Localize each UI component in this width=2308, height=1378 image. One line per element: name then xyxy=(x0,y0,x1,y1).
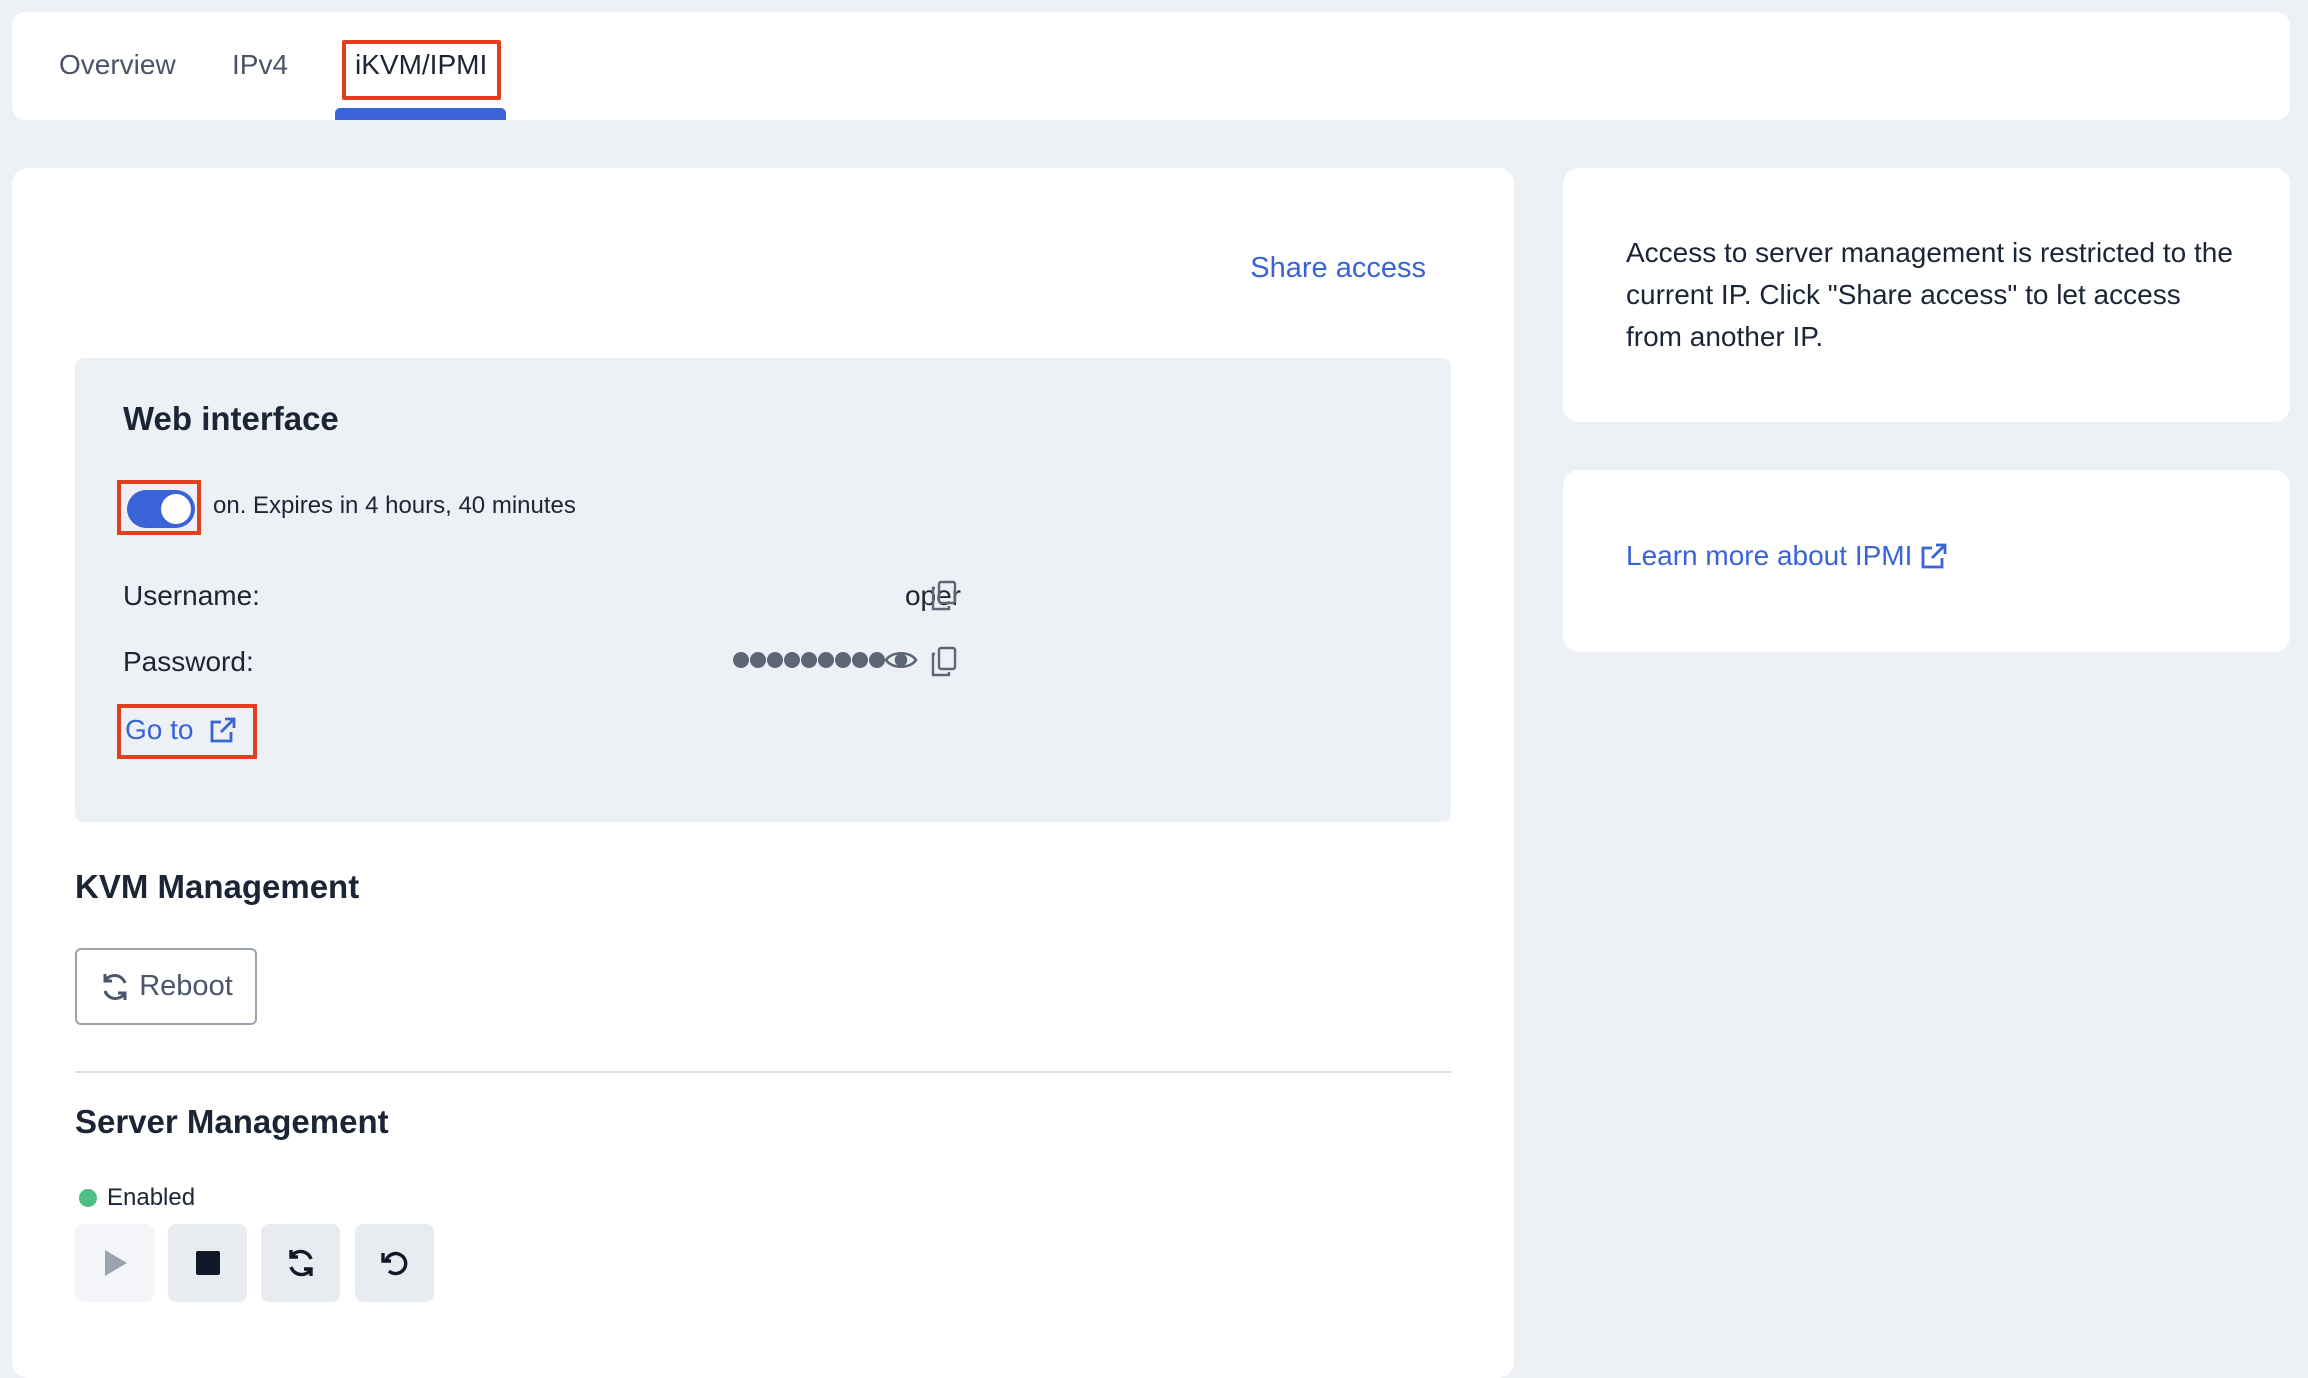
goto-link[interactable]: Go to xyxy=(125,714,237,746)
stop-icon xyxy=(195,1251,220,1275)
play-icon xyxy=(104,1250,127,1276)
refresh-icon xyxy=(103,973,127,1000)
eye-icon[interactable] xyxy=(884,648,918,677)
server-management-title: Server Management xyxy=(75,1103,389,1140)
refresh-icon xyxy=(288,1249,313,1277)
password-masked-value xyxy=(733,652,885,668)
kvm-management-title: KVM Management xyxy=(75,868,360,905)
web-interface-title: Web interface xyxy=(123,400,339,437)
external-link-icon xyxy=(211,717,236,743)
tab-overview[interactable]: Overview xyxy=(59,12,176,120)
reboot-button[interactable]: Reboot xyxy=(75,948,257,1025)
share-access-link[interactable]: Share access xyxy=(1250,252,1426,285)
status-dot-icon xyxy=(79,1189,97,1207)
reboot-label: Reboot xyxy=(139,970,233,1002)
copy-icon[interactable] xyxy=(930,646,958,683)
server-status: Enabled xyxy=(79,1184,195,1212)
toggle-highlight-box xyxy=(117,480,201,535)
external-link-icon xyxy=(1921,543,1947,569)
goto-highlight-box: Go to xyxy=(117,704,257,759)
access-info-text: Access to server management is restricte… xyxy=(1626,237,2233,352)
toggle-knob xyxy=(161,494,191,524)
username-label: Username: xyxy=(123,580,260,611)
active-tab-indicator xyxy=(335,108,506,120)
main-card: Share access Web interface on. Expires i… xyxy=(12,168,1514,1378)
copy-icon[interactable] xyxy=(930,580,958,617)
learn-more-link[interactable]: Learn more about IPMI xyxy=(1626,540,1948,572)
power-on-button[interactable] xyxy=(75,1224,154,1302)
power-off-button[interactable] xyxy=(168,1224,247,1302)
status-label: Enabled xyxy=(107,1184,196,1211)
learn-more-card: Learn more about IPMI xyxy=(1563,470,2290,652)
tab-bar: Overview IPv4 iKVM/IPMI xyxy=(12,12,2290,120)
learn-more-label: Learn more about IPMI xyxy=(1626,540,1913,571)
undo-icon xyxy=(380,1251,407,1276)
password-label: Password: xyxy=(123,646,254,677)
tab-ikvm-ipmi[interactable]: iKVM/IPMI xyxy=(355,12,487,120)
tab-ipv4[interactable]: IPv4 xyxy=(232,12,288,120)
goto-label: Go to xyxy=(125,714,194,745)
web-interface-panel: Web interface on. Expires in 4 hours, 40… xyxy=(75,358,1451,822)
section-divider xyxy=(75,1071,1451,1073)
reset-button[interactable] xyxy=(355,1224,434,1302)
info-card: Access to server management is restricte… xyxy=(1563,168,2290,422)
toggle-status-text: on. Expires in 4 hours, 40 minutes xyxy=(213,492,576,519)
web-interface-toggle[interactable] xyxy=(127,490,195,528)
restart-button[interactable] xyxy=(261,1224,340,1302)
